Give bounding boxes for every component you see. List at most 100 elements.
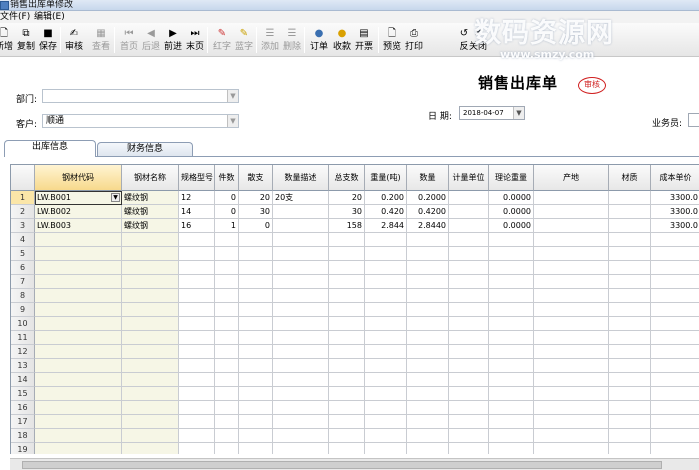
- grid-cell-spec[interactable]: [179, 233, 215, 247]
- grid-cell-qty[interactable]: [407, 373, 449, 387]
- table-row[interactable]: 1 LW.B001 ▼ 螺纹钢 12 0 20 20支 20 0.200 0.2000 0.0000 3…: [11, 191, 699, 205]
- grid-cell-name[interactable]: [122, 429, 179, 443]
- grid-cell-origin[interactable]: [534, 401, 609, 415]
- grid-cell-code[interactable]: [35, 261, 122, 275]
- grid-cell-name[interactable]: [122, 359, 179, 373]
- grid-cell-theory[interactable]: 0.0000: [489, 205, 534, 219]
- grid-cell-qty[interactable]: [407, 303, 449, 317]
- grid-cell-theory[interactable]: [489, 247, 534, 261]
- grid-cell-desc[interactable]: [273, 345, 329, 359]
- grid-cell-unit[interactable]: [449, 387, 489, 401]
- grid-cell-theory[interactable]: 0.0000: [489, 219, 534, 233]
- grid-cell-theory[interactable]: [489, 317, 534, 331]
- grid-cell-origin[interactable]: [534, 247, 609, 261]
- grid-cell-name[interactable]: [122, 261, 179, 275]
- grid-cell-material[interactable]: [609, 429, 651, 443]
- grid-cell-unit[interactable]: [449, 429, 489, 443]
- grid-cell-loose[interactable]: [239, 401, 273, 415]
- grid-cell-weight[interactable]: [365, 443, 407, 454]
- grid-cell-weight[interactable]: 0.200: [365, 191, 407, 205]
- grid-cell-theory[interactable]: [489, 443, 534, 454]
- grid-cell-total[interactable]: 20: [329, 191, 365, 205]
- table-row[interactable]: 14: [11, 373, 699, 387]
- grid-cell-theory[interactable]: [489, 345, 534, 359]
- grid-cell-material[interactable]: [609, 205, 651, 219]
- grid-cell-qty[interactable]: [407, 345, 449, 359]
- grid-cell-weight[interactable]: [365, 401, 407, 415]
- grid-cell-spec[interactable]: [179, 345, 215, 359]
- grid-cell-cost[interactable]: [651, 415, 699, 429]
- grid-cell-unit[interactable]: [449, 415, 489, 429]
- grid-cell-name[interactable]: [122, 387, 179, 401]
- grid-cell-desc[interactable]: [273, 261, 329, 275]
- invoice-button[interactable]: ▤ 开票: [352, 25, 376, 55]
- grid-cell-spec[interactable]: [179, 359, 215, 373]
- grid-cell-material[interactable]: [609, 373, 651, 387]
- grid-cell-loose[interactable]: [239, 261, 273, 275]
- table-row[interactable]: 2 LW.B002 螺纹钢 14 0 30 30 0.420 0.4200 0.0000 3300.…: [11, 205, 699, 219]
- grid-cell-total[interactable]: [329, 373, 365, 387]
- grid-cell-qty[interactable]: 2.8440: [407, 219, 449, 233]
- grid-cell-cost[interactable]: [651, 275, 699, 289]
- grid-cell-theory[interactable]: [489, 275, 534, 289]
- grid-cell-origin[interactable]: [534, 289, 609, 303]
- grid-cell-origin[interactable]: [534, 429, 609, 443]
- grid-cell-unit[interactable]: [449, 303, 489, 317]
- salesman-select[interactable]: [688, 113, 699, 127]
- grid-cell-weight[interactable]: [365, 359, 407, 373]
- grid-cell-spec[interactable]: 12: [179, 191, 215, 205]
- grid-cell-origin[interactable]: [534, 261, 609, 275]
- grid-cell-origin[interactable]: [534, 415, 609, 429]
- grid-cell-cost[interactable]: [651, 359, 699, 373]
- chevron-down-icon[interactable]: ▼: [227, 90, 238, 102]
- grid-cell-pieces[interactable]: [215, 359, 239, 373]
- grid-cell-code[interactable]: [35, 247, 122, 261]
- grid-cell-pieces[interactable]: [215, 275, 239, 289]
- grid-cell-cost[interactable]: [651, 373, 699, 387]
- grid-cell-cost[interactable]: [651, 233, 699, 247]
- grid-cell-weight[interactable]: [365, 261, 407, 275]
- grid-cell-unit[interactable]: [449, 373, 489, 387]
- grid-cell-spec[interactable]: [179, 387, 215, 401]
- grid-cell-unit[interactable]: [449, 331, 489, 345]
- grid-cell-cost[interactable]: [651, 331, 699, 345]
- grid-cell-code[interactable]: [35, 429, 122, 443]
- grid-cell-code[interactable]: LW.B001 ▼: [35, 191, 122, 205]
- grid-cell-code[interactable]: [35, 443, 122, 454]
- grid-cell-qty[interactable]: [407, 429, 449, 443]
- grid-cell-cost[interactable]: 3300.0: [651, 205, 699, 219]
- grid-cell-origin[interactable]: [534, 303, 609, 317]
- grid-cell-theory[interactable]: [489, 289, 534, 303]
- grid-cell-spec[interactable]: [179, 289, 215, 303]
- grid-cell-cost[interactable]: [651, 261, 699, 275]
- grid-cell-theory[interactable]: [489, 261, 534, 275]
- grid-cell-material[interactable]: [609, 387, 651, 401]
- grid-cell-theory[interactable]: [489, 401, 534, 415]
- grid-cell-desc[interactable]: [273, 247, 329, 261]
- grid-cell-theory[interactable]: [489, 429, 534, 443]
- grid-cell-origin[interactable]: [534, 233, 609, 247]
- grid-cell-origin[interactable]: [534, 191, 609, 205]
- grid-cell-cost[interactable]: [651, 303, 699, 317]
- grid-cell-spec[interactable]: [179, 275, 215, 289]
- grid-cell-total[interactable]: [329, 331, 365, 345]
- grid-cell-loose[interactable]: [239, 345, 273, 359]
- grid-cell-spec[interactable]: [179, 317, 215, 331]
- grid-cell-code[interactable]: [35, 317, 122, 331]
- grid-cell-total[interactable]: [329, 387, 365, 401]
- menu-file[interactable]: 文件(F): [0, 11, 30, 23]
- grid-cell-pieces[interactable]: 0: [215, 205, 239, 219]
- grid-cell-origin[interactable]: [534, 387, 609, 401]
- grid-cell-desc[interactable]: [273, 219, 329, 233]
- grid-cell-material[interactable]: [609, 443, 651, 454]
- grid-cell-name[interactable]: [122, 345, 179, 359]
- grid-cell-pieces[interactable]: [215, 331, 239, 345]
- grid-cell-name[interactable]: [122, 289, 179, 303]
- column-header[interactable]: 理论重量: [489, 165, 534, 191]
- audit-button[interactable]: ✍ 审核: [62, 25, 86, 55]
- grid-cell-desc[interactable]: [273, 317, 329, 331]
- grid-cell-code[interactable]: [35, 359, 122, 373]
- grid-cell-loose[interactable]: [239, 359, 273, 373]
- grid-cell-unit[interactable]: [449, 317, 489, 331]
- grid-cell-spec[interactable]: [179, 261, 215, 275]
